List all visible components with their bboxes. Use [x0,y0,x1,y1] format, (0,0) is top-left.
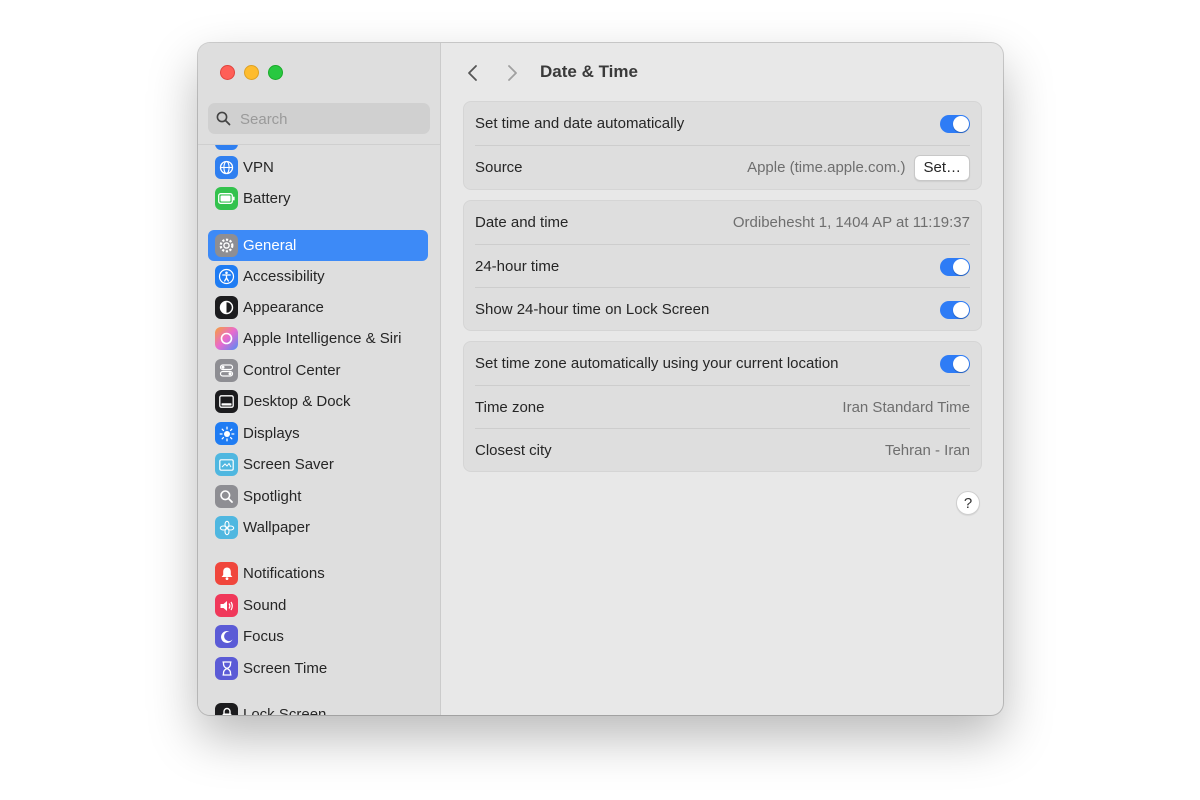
window-controls [220,65,283,80]
minimize-window-button[interactable] [244,65,259,80]
maximize-window-button[interactable] [268,65,283,80]
help-button[interactable]: ? [956,491,980,515]
sidebar-item-label: Desktop & Dock [243,393,351,410]
sidebar-item-screen-saver[interactable]: Screen Saver [208,449,428,480]
sidebar-item-label: Wallpaper [243,519,310,536]
sidebar-item-desktop-dock[interactable]: Desktop & Dock [208,386,428,417]
sidebar-item-label: Spotlight [243,488,302,505]
auto-time-zone-row: Set time zone automatically using your c… [475,342,970,385]
sidebar-item-control-center[interactable]: Control Center [208,355,428,386]
page-title: Date & Time [540,62,638,81]
sidebar-list: VPN Battery General Accessibility Appear… [198,145,440,715]
sidebar-item-vpn[interactable]: VPN [208,152,428,183]
closest-city-row: Closest city Tehran - Iran [475,428,970,472]
sidebar: VPN Battery General Accessibility [198,43,441,715]
time-zone-group: Set time zone automatically using your c… [463,341,982,472]
sidebar-item-sound[interactable]: Sound [208,590,428,621]
sidebar-item-wallpaper[interactable]: Wallpaper [208,512,428,543]
toggles-icon [215,359,238,382]
gear-icon [215,234,238,257]
screensaver-icon [215,453,238,476]
auto-time-zone-toggle[interactable] [940,354,970,373]
moon-icon [215,625,238,648]
lock-screen-24h-row: Show 24-hour time on Lock Screen [475,287,970,331]
sidebar-item-label: Focus [243,628,284,645]
sidebar-item-spotlight[interactable]: Spotlight [208,481,428,512]
auto-time-zone-label: Set time zone automatically using your c… [475,355,839,372]
magnifier-icon [215,485,238,508]
set-source-button[interactable]: Set… [914,154,970,181]
auto-time-label: Set time and date automatically [475,115,685,132]
closest-city-value: Tehran - Iran [884,442,970,459]
sidebar-item-lock-screen[interactable]: Lock Screen [208,699,428,715]
sidebar-item-notifications[interactable]: Notifications [208,558,428,589]
sidebar-item-label: Screen Saver [243,456,334,473]
sidebar-item-label: Control Center [243,362,341,379]
lock-icon [215,703,238,715]
sidebar-item-label: Screen Time [243,660,328,677]
sidebar-item-label: Notifications [243,565,325,582]
search-icon [216,111,231,126]
source-value: Apple (time.apple.com.) [747,159,906,176]
siri-icon [215,327,238,350]
sidebar-item-label: Lock Screen [243,706,327,715]
network-icon [215,145,238,150]
battery-icon [215,187,238,210]
date-time-value[interactable]: Ordibehesht 1, 1404 AP at 11:19:37 [733,214,970,231]
sidebar-item-battery[interactable]: Battery [208,183,428,214]
bell-icon [215,562,238,585]
24-hour-toggle[interactable] [940,257,970,276]
sidebar-item-label: Apple Intelligence & Siri [243,330,402,347]
auto-time-toggle[interactable] [940,114,970,133]
speaker-icon [215,594,238,617]
hourglass-icon [215,657,238,680]
back-button[interactable] [463,63,483,83]
source-label: Source [475,159,523,176]
date-time-label: Date and time [475,214,569,231]
source-row: Source Apple (time.apple.com.) Set… [475,145,970,189]
sidebar-item-label: Appearance [243,299,324,316]
globe-icon [215,156,238,179]
sidebar-item-label: Accessibility [243,268,325,285]
flower-icon [215,516,238,539]
auto-time-group: Set time and date automatically Source A… [463,101,982,190]
appearance-icon [215,296,238,319]
sidebar-item-displays[interactable]: Displays [208,418,428,449]
date-time-row: Date and time Ordibehesht 1, 1404 AP at … [475,201,970,244]
settings-window: VPN Battery General Accessibility [198,43,1003,715]
sidebar-item-focus[interactable]: Focus [208,621,428,652]
search-input[interactable] [238,103,422,136]
sidebar-item-label: VPN [243,159,274,176]
time-zone-row: Time zone Iran Standard Time [475,385,970,429]
date-time-group: Date and time Ordibehesht 1, 1404 AP at … [463,200,982,331]
24-hour-label: 24-hour time [475,258,560,275]
sidebar-item-appearance[interactable]: Appearance [208,292,428,323]
close-window-button[interactable] [220,65,235,80]
sidebar-item-general[interactable]: General [208,230,428,261]
dock-icon [215,390,238,413]
24-hour-row: 24-hour time [475,244,970,288]
search-field[interactable] [208,103,430,136]
sidebar-item-apple-intelligence-siri[interactable]: Apple Intelligence & Siri [208,323,428,354]
sidebar-item-label: Displays [243,425,300,442]
sidebar-item-label: Battery [243,190,291,207]
forward-button[interactable] [502,63,522,83]
lock-screen-24h-toggle[interactable] [940,300,970,319]
auto-time-row: Set time and date automatically [475,102,970,145]
sidebar-item-label: General [243,237,297,254]
sidebar-item-accessibility[interactable]: Accessibility [208,261,428,292]
time-zone-label: Time zone [475,399,545,416]
main-pane: Date & Time Set time and date automatica… [441,43,1003,715]
closest-city-label: Closest city [475,442,552,459]
accessibility-icon [215,265,238,288]
sidebar-item-screen-time[interactable]: Screen Time [208,653,428,684]
time-zone-value: Iran Standard Time [842,399,970,416]
lock-screen-24h-label: Show 24-hour time on Lock Screen [475,301,710,318]
sun-icon [215,422,238,445]
sidebar-item-label: Sound [243,597,287,614]
